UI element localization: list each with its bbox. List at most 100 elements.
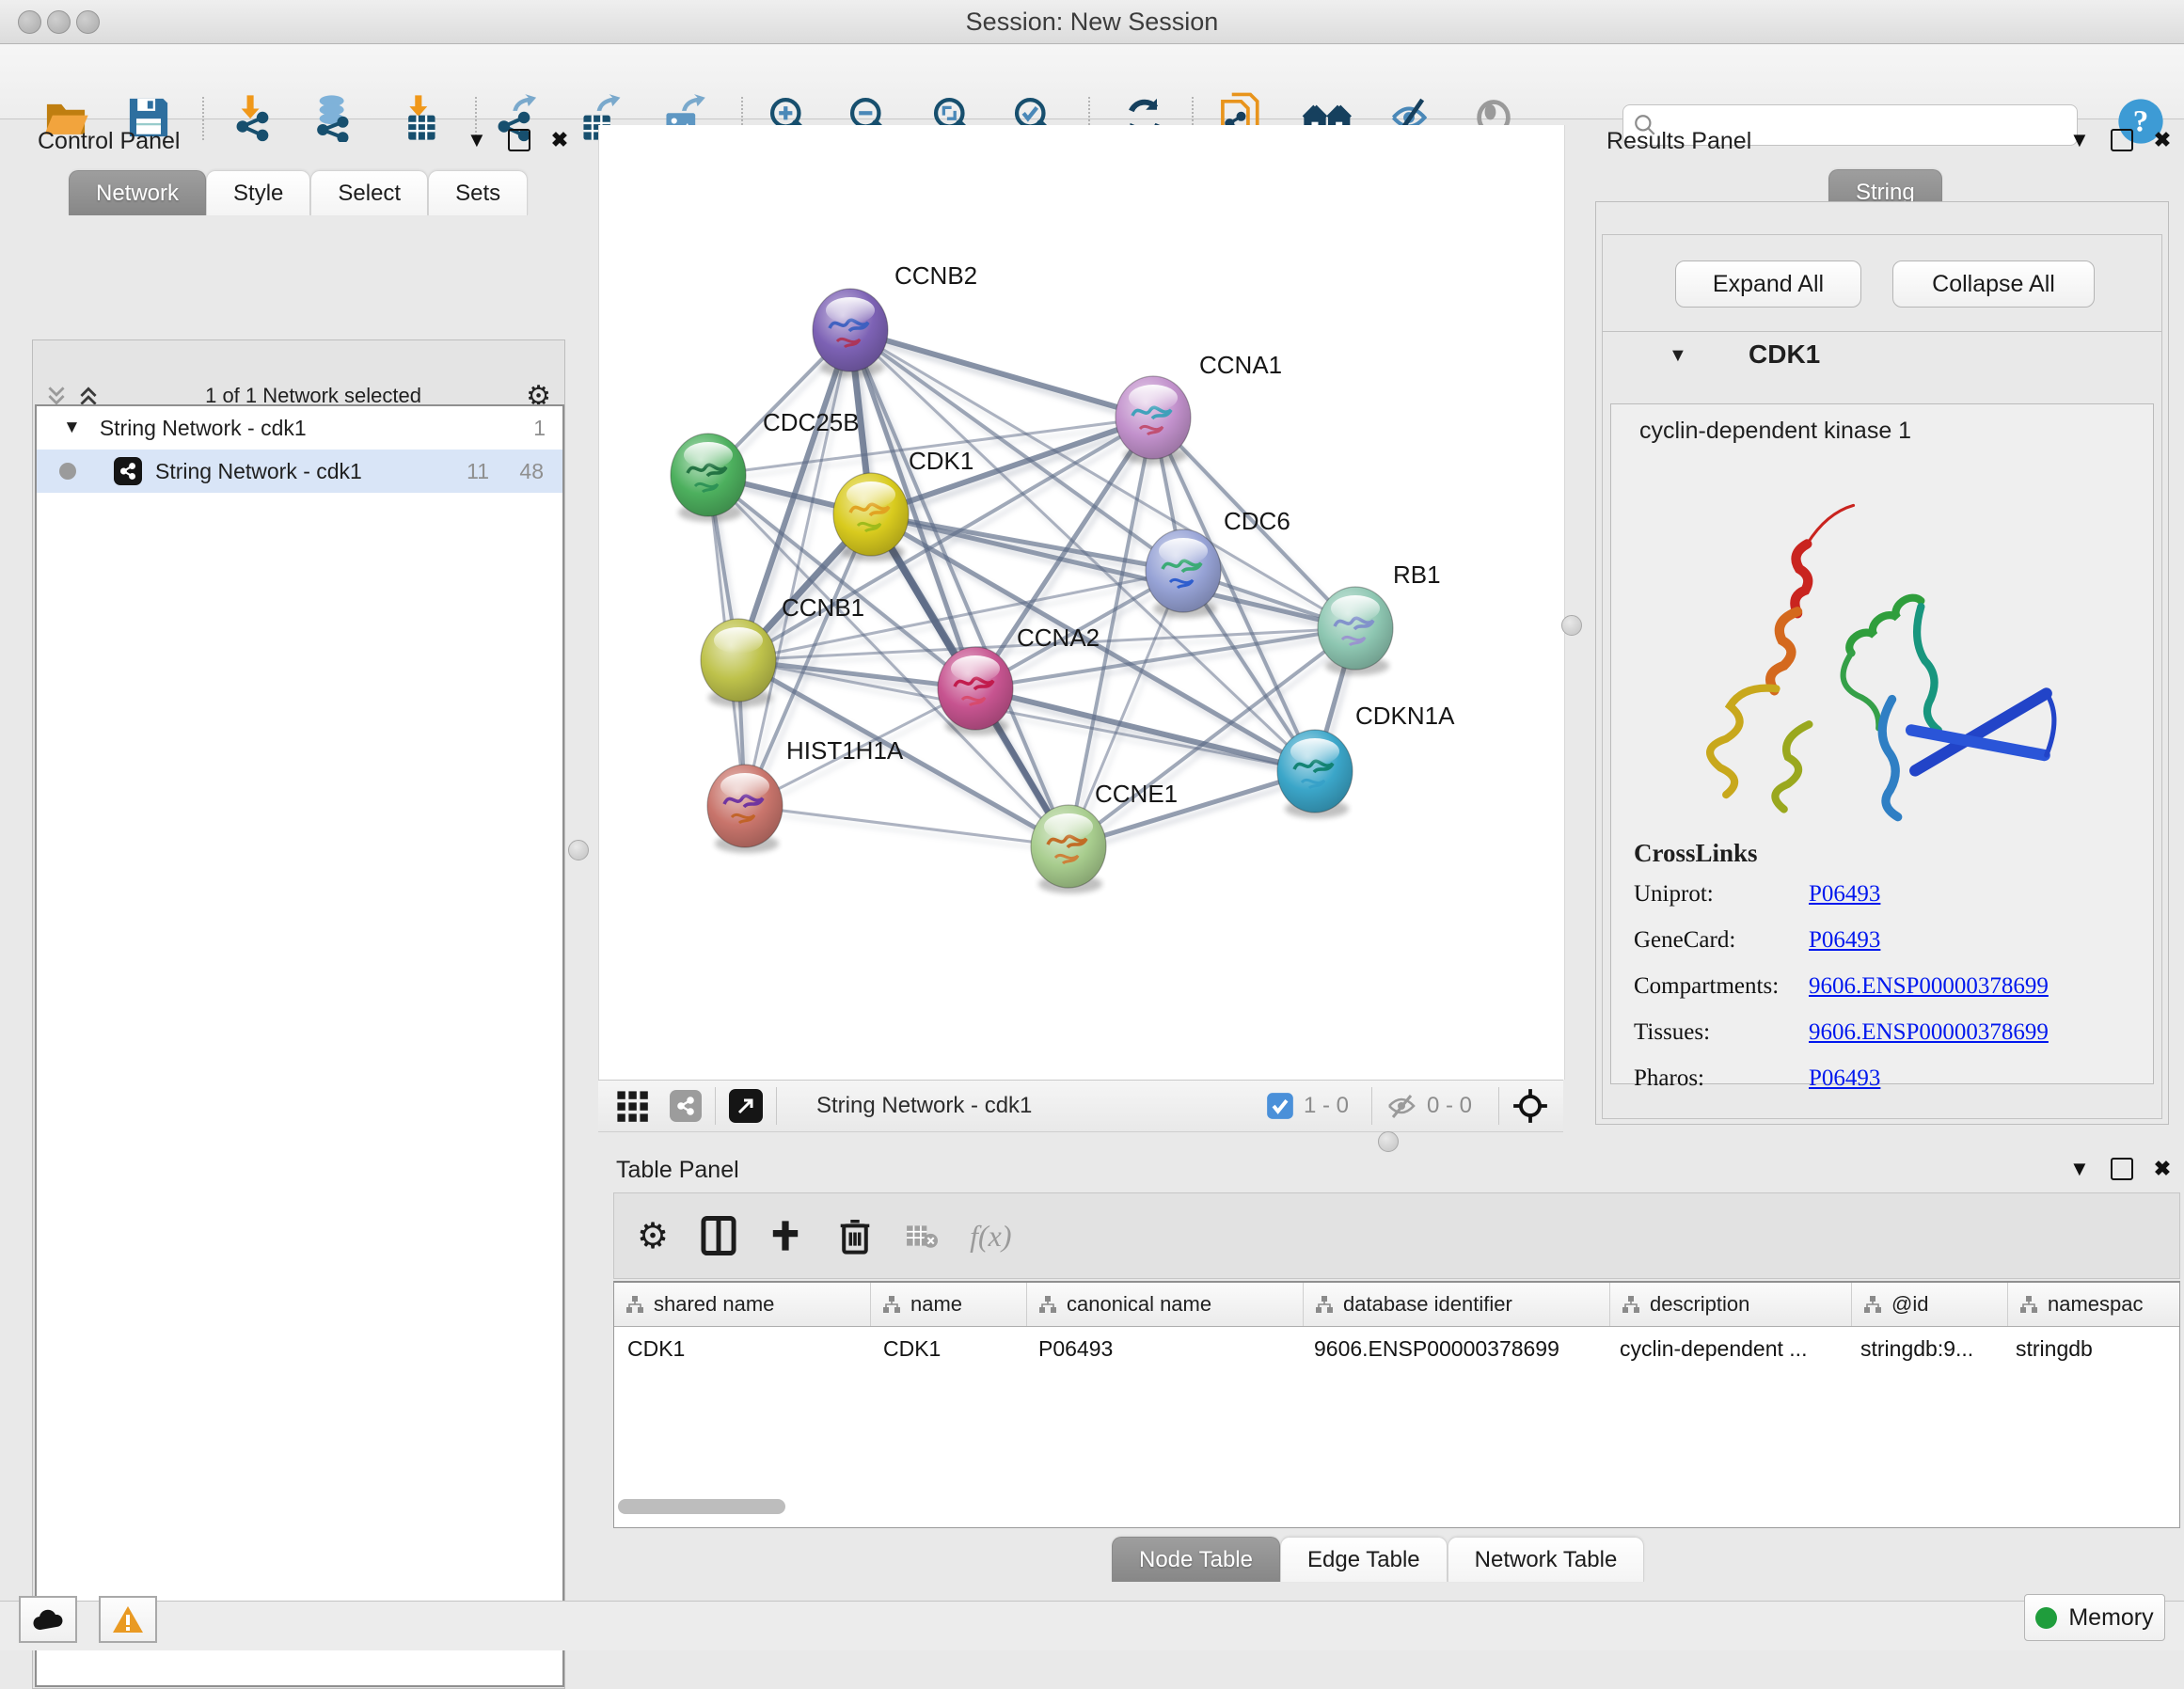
node-label-CDC25B: CDC25B: [763, 408, 860, 436]
grid-view-icon[interactable]: [615, 1089, 649, 1123]
table-cell[interactable]: 9606.ENSP00000378699: [1301, 1336, 1606, 1362]
column-header-canonical-name[interactable]: canonical name: [1027, 1283, 1304, 1326]
node-label-CCNA2: CCNA2: [1017, 624, 1100, 652]
table-cell[interactable]: stringdb: [2002, 1336, 2180, 1362]
tab-style[interactable]: Style: [206, 170, 310, 215]
column-type-icon: [625, 1295, 644, 1314]
table-cell[interactable]: CDK1: [870, 1336, 1025, 1362]
delete-column-icon[interactable]: [838, 1217, 872, 1255]
column-header-@id[interactable]: @id: [1852, 1283, 2008, 1326]
network-collection-row[interactable]: ▼ String Network - cdk1 1: [37, 406, 562, 450]
table-cell[interactable]: cyclin-dependent ...: [1606, 1336, 1847, 1362]
network-row-label: String Network - cdk1: [155, 459, 362, 484]
column-header-shared-name[interactable]: shared name: [614, 1283, 871, 1326]
close-panel-icon[interactable]: ✖: [2154, 128, 2171, 152]
tab-network-table[interactable]: Network Table: [1448, 1537, 1645, 1582]
collapse-section-icon[interactable]: ▼: [1669, 345, 1687, 367]
node-table[interactable]: shared namenamecanonical namedatabase id…: [613, 1281, 2180, 1528]
crosslink-value-link[interactable]: 9606.ENSP00000378699: [1809, 973, 2049, 1000]
horizontal-splitter-handle[interactable]: [1378, 1131, 1399, 1152]
table-row[interactable]: CDK1CDK1P064939606.ENSP00000378699cyclin…: [614, 1327, 2179, 1370]
node-label-CDC6: CDC6: [1224, 507, 1290, 535]
column-header-database-identifier[interactable]: database identifier: [1304, 1283, 1610, 1326]
control-panel-title: Control Panel: [38, 128, 180, 155]
node-label-CDK1: CDK1: [909, 447, 973, 475]
collapse-collection-icon[interactable]: ▼: [63, 418, 81, 438]
column-header-name[interactable]: name: [871, 1283, 1027, 1326]
tab-sets[interactable]: Sets: [428, 170, 528, 215]
tab-select[interactable]: Select: [310, 170, 428, 215]
table-cell[interactable]: P06493: [1025, 1336, 1301, 1362]
node-table-header[interactable]: shared namenamecanonical namedatabase id…: [614, 1283, 2179, 1327]
crosslink-value-link[interactable]: P06493: [1809, 881, 1880, 908]
network-row-selected[interactable]: String Network - cdk1 11 48: [37, 450, 562, 493]
collapse-all-button[interactable]: Collapse All: [1892, 260, 2095, 308]
edge-CCNA2-CDKN1A[interactable]: [975, 688, 1315, 771]
right-splitter-handle[interactable]: [1561, 615, 1582, 636]
delete-table-icon[interactable]: [906, 1222, 938, 1250]
close-panel-icon[interactable]: ✖: [2154, 1157, 2171, 1181]
tab-node-table[interactable]: Node Table: [1112, 1537, 1280, 1582]
table-panel-title: Table Panel: [616, 1157, 739, 1184]
table-tabs: Node TableEdge TableNetwork Table: [1112, 1537, 1644, 1582]
gene-name: CDK1: [1749, 339, 1820, 370]
node-CCNA2[interactable]: CCNA2: [938, 624, 1100, 735]
maximize-panel-icon[interactable]: [2111, 129, 2133, 151]
column-header-namespac[interactable]: namespac: [2008, 1283, 2180, 1326]
table-options-gear-icon[interactable]: ⚙: [637, 1215, 669, 1257]
edge-HIST1H1A-CCNE1[interactable]: [745, 806, 1068, 846]
close-panel-icon[interactable]: ✖: [551, 128, 568, 152]
crosslink-value-link[interactable]: P06493: [1809, 1065, 1880, 1092]
string-network-graph[interactable]: CCNB2CCNA1CDC25BCDK1CDC6RB1CCNB1CCNA2CDK…: [599, 125, 1564, 1080]
crosslink-row: Compartments:9606.ENSP00000378699: [1634, 973, 2153, 1000]
maximize-panel-icon[interactable]: [2111, 1158, 2133, 1180]
expand-all-button[interactable]: Expand All: [1675, 260, 1861, 308]
column-type-icon: [1863, 1295, 1882, 1314]
maximize-panel-icon[interactable]: [508, 129, 530, 151]
float-panel-icon[interactable]: ▼: [2069, 1157, 2090, 1181]
node-CCNE1[interactable]: CCNE1: [1031, 780, 1178, 893]
column-header-description[interactable]: description: [1610, 1283, 1852, 1326]
crosslink-value-link[interactable]: P06493: [1809, 927, 1880, 954]
crosslink-label: Tissues:: [1634, 1019, 1809, 1046]
table-cell[interactable]: stringdb:9...: [1847, 1336, 2002, 1362]
table-cell[interactable]: CDK1: [614, 1336, 870, 1362]
tab-edge-table[interactable]: Edge Table: [1280, 1537, 1448, 1582]
selected-nodes-checkbox-icon[interactable]: [1266, 1092, 1294, 1120]
node-RB1[interactable]: RB1: [1318, 560, 1441, 675]
crosslink-value-link[interactable]: 9606.ENSP00000378699: [1809, 1019, 2049, 1046]
node-CDKN1A[interactable]: CDKN1A: [1277, 702, 1455, 818]
network-overview-icon[interactable]: [670, 1090, 702, 1122]
detach-view-icon[interactable]: [729, 1089, 763, 1123]
node-CCNA1[interactable]: CCNA1: [1116, 351, 1282, 465]
column-type-icon: [1315, 1295, 1334, 1314]
scrollbar-thumb[interactable]: [618, 1499, 785, 1514]
memory-status-dot: [2035, 1607, 2057, 1629]
warnings-button[interactable]: [99, 1596, 157, 1643]
memory-button[interactable]: Memory: [2024, 1594, 2165, 1641]
node-HIST1H1A[interactable]: HIST1H1A: [707, 736, 904, 853]
horizontal-scrollbar[interactable]: [618, 1499, 2174, 1516]
title-bar: Session: New Session: [0, 0, 2184, 44]
collection-label: String Network - cdk1: [100, 416, 307, 441]
column-type-icon: [882, 1295, 901, 1314]
gene-description: cyclin-dependent kinase 1: [1639, 418, 2153, 445]
results-panel-title: Results Panel: [1606, 128, 1751, 155]
column-type-icon: [2019, 1295, 2038, 1314]
network-node-count: 11: [467, 459, 489, 484]
node-label-RB1: RB1: [1393, 560, 1441, 589]
show-columns-icon[interactable]: [701, 1216, 736, 1255]
fit-target-icon[interactable]: [1512, 1088, 1548, 1124]
cloud-status-button[interactable]: [19, 1596, 77, 1643]
float-panel-icon[interactable]: ▼: [2069, 128, 2090, 152]
add-column-icon[interactable]: [768, 1219, 802, 1253]
hidden-eye-icon[interactable]: [1385, 1092, 1417, 1120]
tab-network[interactable]: Network: [69, 170, 206, 215]
float-panel-icon[interactable]: ▼: [467, 128, 487, 152]
network-canvas[interactable]: CCNB2CCNA1CDC25BCDK1CDC6RB1CCNB1CCNA2CDK…: [598, 125, 1565, 1080]
string-results-box: Expand All Collapse All ▼ CDK1 cyclin-de…: [1595, 201, 2169, 1125]
crosslinks-title: CrossLinks: [1634, 839, 2153, 868]
node-CDK1[interactable]: CDK1: [833, 447, 973, 561]
function-builder-icon[interactable]: f(x): [970, 1219, 1011, 1254]
left-splitter-handle[interactable]: [568, 840, 589, 860]
